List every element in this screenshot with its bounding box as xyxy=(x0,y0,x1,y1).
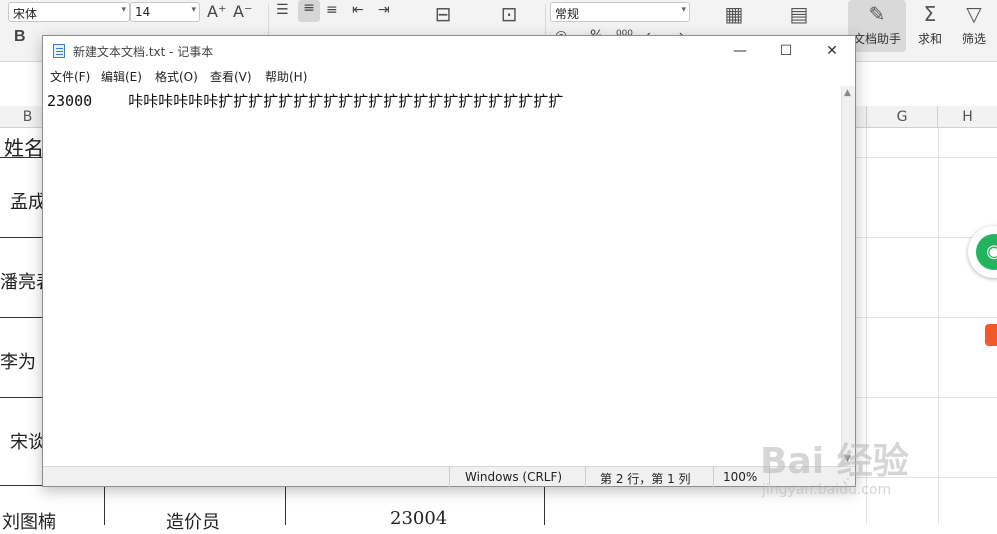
menu-help[interactable]: 帮助(H) xyxy=(265,68,307,85)
grid-line xyxy=(856,157,997,158)
menu-edit[interactable]: 编辑(E) xyxy=(101,68,142,85)
close-button[interactable]: ✕ xyxy=(809,36,855,66)
scroll-up-icon[interactable]: ▲ xyxy=(844,88,851,98)
status-cursor-position: 第 2 行，第 1 列 xyxy=(600,472,691,486)
filter-button[interactable]: ▽ 筛选 xyxy=(952,0,996,52)
status-divider xyxy=(585,467,586,487)
cell-name-1[interactable]: 孟成 xyxy=(10,188,46,214)
table-border xyxy=(0,317,42,318)
table-border xyxy=(104,485,105,525)
baidu-watermark: Bai 经验 jingyan.baidu.com xyxy=(760,432,980,512)
notepad-text-area[interactable]: 23000 咔咔咔咔咔咔扩扩扩扩扩扩扩扩扩扩扩扩扩扩扩扩扩扩扩扩扩扩扩 xyxy=(43,86,843,466)
notepad-window: 新建文本文档.txt - 记事本 — ☐ ✕ 文件(F) 编辑(E) 格式(O)… xyxy=(42,35,856,487)
sum-label: 求和 xyxy=(917,32,942,46)
merge-cells-icon: ⊟ xyxy=(434,2,452,26)
cell-title-5[interactable]: 造价员 xyxy=(166,508,220,534)
watermark-url: jingyan.baidu.com xyxy=(762,482,892,498)
notepad-statusbar: Windows (CRLF) 第 2 行，第 1 列 100% ⋰ xyxy=(43,466,855,487)
floating-app-icon[interactable] xyxy=(985,324,997,346)
bold-button[interactable]: B xyxy=(14,28,26,46)
table-grid-icon: ▦ xyxy=(724,2,744,26)
chevron-down-icon: ▾ xyxy=(681,5,686,15)
indent-increase-icon[interactable]: ⇥ xyxy=(378,2,390,18)
cell-header-name[interactable]: 姓名 xyxy=(4,132,44,161)
funnel-icon: ▽ xyxy=(966,2,982,26)
watermark-brand: Bai 经验 xyxy=(760,441,909,482)
font-size-select[interactable]: 14 ▾ xyxy=(130,2,200,22)
font-name-value: 宋体 xyxy=(13,7,38,21)
menu-view[interactable]: 查看(V) xyxy=(210,68,252,85)
floating-assistant-button[interactable]: ◉ xyxy=(968,226,997,278)
align-bottom-icon[interactable]: ≡ xyxy=(326,2,338,18)
menu-format[interactable]: 格式(O) xyxy=(155,68,198,85)
grid-line xyxy=(856,397,997,398)
grow-font-button[interactable]: A⁺ xyxy=(207,2,226,21)
notepad-icon xyxy=(53,44,65,58)
status-divider xyxy=(449,467,450,487)
grid-line xyxy=(856,317,997,318)
shrink-font-button[interactable]: A⁻ xyxy=(233,2,252,21)
notepad-titlebar[interactable]: 新建文本文档.txt - 记事本 — ☐ ✕ xyxy=(43,36,855,66)
notepad-menubar: 文件(F) 编辑(E) 格式(O) 查看(V) 帮助(H) xyxy=(43,66,855,86)
table-border xyxy=(285,485,286,525)
font-size-value: 14 xyxy=(135,5,151,19)
minimize-button[interactable]: — xyxy=(717,36,763,66)
number-format-select[interactable]: 常规 ▾ xyxy=(550,2,690,22)
align-middle-icon[interactable]: ≡ xyxy=(298,0,320,22)
doc-helper-label: 文档助手 xyxy=(852,32,901,46)
chevron-down-icon: ▾ xyxy=(121,5,126,15)
menu-file[interactable]: 文件(F) xyxy=(50,68,90,85)
sigma-icon: Σ xyxy=(923,2,937,26)
column-header-g[interactable]: G xyxy=(866,106,938,128)
column-header-h[interactable]: H xyxy=(938,106,997,128)
align-top-icon[interactable]: ☰ xyxy=(276,2,289,18)
table-border xyxy=(544,485,545,525)
table-border xyxy=(0,397,42,398)
doc-helper-icon: ✎ xyxy=(868,2,886,26)
cell-value-5[interactable]: 23004 xyxy=(390,508,447,529)
window-title: 新建文本文档.txt - 记事本 xyxy=(73,45,214,59)
number-format-value: 常规 xyxy=(555,7,580,21)
wrap-text-icon: ⊡ xyxy=(500,2,518,26)
status-divider xyxy=(713,467,714,487)
table-edit-icon: ▤ xyxy=(789,2,809,26)
table-border xyxy=(0,237,42,238)
indent-decrease-icon[interactable]: ⇤ xyxy=(352,2,364,18)
cell-name-5[interactable]: 刘图楠 xyxy=(2,508,56,534)
chevron-down-icon: ▾ xyxy=(191,5,196,15)
status-line-ending: Windows (CRLF) xyxy=(465,470,563,484)
status-zoom: 100% xyxy=(723,470,758,484)
cell-name-3[interactable]: 李为 xyxy=(0,348,36,374)
sum-button[interactable]: Σ 求和 xyxy=(908,0,952,52)
font-name-select[interactable]: 宋体 ▾ xyxy=(8,2,130,22)
vertical-scrollbar[interactable]: ▲ ▼ xyxy=(841,86,855,466)
doc-helper-button[interactable]: ✎ 文档助手 xyxy=(848,0,906,52)
cell-name-4[interactable]: 宋谈 xyxy=(10,428,46,454)
maximize-button[interactable]: ☐ xyxy=(763,36,809,66)
wifi-icon: ◉ xyxy=(976,234,997,270)
filter-label: 筛选 xyxy=(961,32,986,46)
